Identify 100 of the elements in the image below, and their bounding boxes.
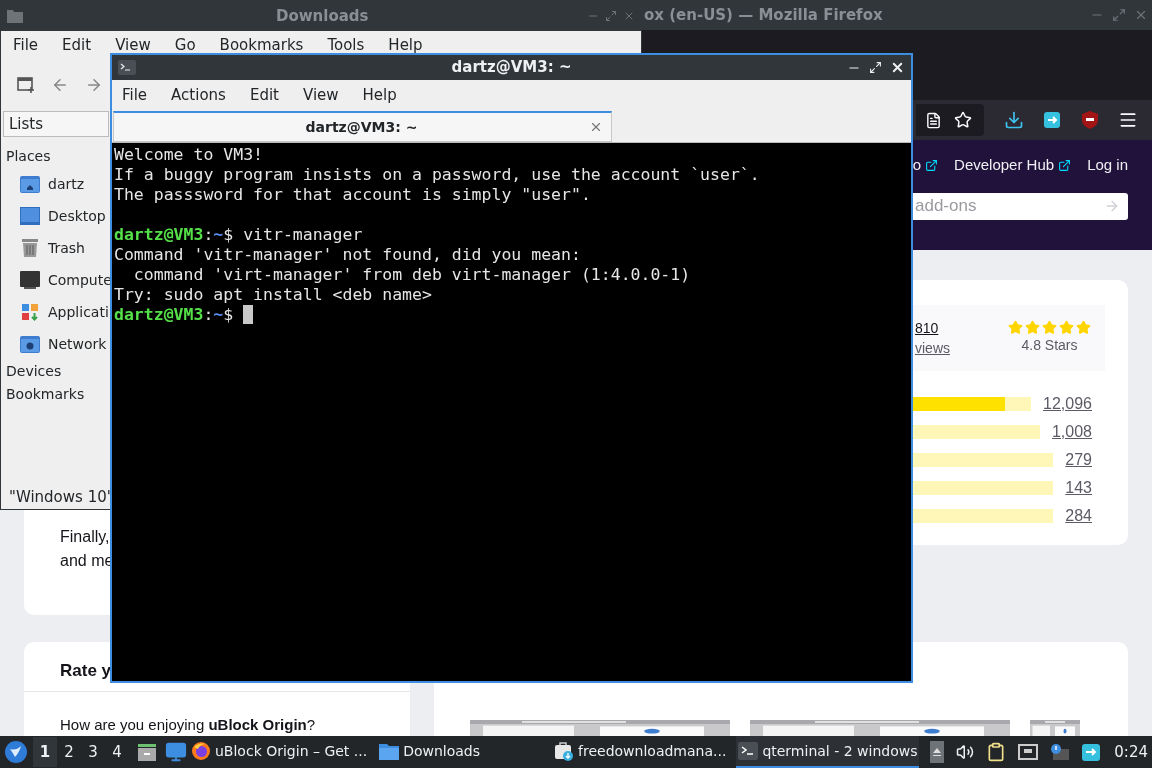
star-icon: [1008, 320, 1023, 335]
computer-icon: [20, 271, 40, 289]
rating-count-link[interactable]: 1,008: [1051, 420, 1092, 444]
trash-icon: [20, 239, 40, 257]
reviews-link[interactable]: views: [915, 338, 950, 358]
star-icon: [1059, 320, 1074, 335]
rating-count-link[interactable]: 279: [1065, 448, 1092, 472]
terminal-text: dartz@VM3: [114, 225, 204, 245]
sidebar-item[interactable]: Trash: [6, 232, 111, 264]
volume-icon[interactable]: [956, 743, 975, 761]
sidebar-item[interactable]: Compute: [6, 264, 111, 296]
desktop-icon: [20, 207, 40, 225]
terminal-text: dartz@VM3: [114, 305, 204, 325]
terminal-text: The passsword for that account is simply "user".: [114, 185, 591, 205]
desktop-switcher[interactable]: 2: [57, 737, 81, 767]
notification-icon[interactable]: [1050, 743, 1071, 761]
menu-item[interactable]: Edit: [62, 33, 92, 57]
menu-item[interactable]: View: [115, 33, 151, 57]
folder-icon: [7, 9, 23, 23]
menu-item[interactable]: Go: [174, 33, 196, 57]
show-desktop-icon[interactable]: [165, 741, 187, 763]
menu-item[interactable]: File: [13, 33, 39, 57]
terminal-text: Command 'vitr-manager' not found, did you mean:: [114, 245, 581, 265]
sidebar-section[interactable]: Devices: [6, 360, 111, 383]
clipboard-icon[interactable]: [986, 742, 1007, 762]
back-icon[interactable]: [51, 76, 69, 94]
terminal-tab[interactable]: dartz@VM3: ~: [113, 111, 612, 142]
home-folder-icon: [20, 175, 40, 193]
header-link[interactable]: Developer Hub: [954, 154, 1072, 177]
rating-count-link[interactable]: 284: [1065, 504, 1092, 528]
new-tab-icon[interactable]: [17, 76, 35, 94]
menu-item[interactable]: Help: [388, 33, 423, 57]
menu-item[interactable]: Tools: [327, 33, 365, 57]
external-link-icon: [1058, 158, 1072, 172]
clock[interactable]: 0:24: [1114, 740, 1148, 764]
review-count-link[interactable]: 810: [915, 318, 939, 338]
terminal-text: If a buggy program insists on a password, use the account `user`.: [114, 165, 760, 185]
window-title: Downloads: [276, 5, 369, 27]
rate-question: How are you enjoying uBlock Origin?: [59, 714, 317, 735]
menu-item[interactable]: View: [302, 83, 339, 107]
terminal-text: Welcome to VM3!: [114, 145, 263, 165]
start-menu-icon[interactable]: [5, 741, 27, 763]
network-folder-icon: [20, 335, 40, 353]
terminal-text: ~: [213, 305, 224, 325]
taskbar-task[interactable]: freedownloadmana...: [552, 736, 729, 768]
extension-icon[interactable]: [1044, 111, 1062, 129]
search-field[interactable]: add-ons: [913, 192, 1128, 220]
bookmark-star-icon[interactable]: [954, 111, 972, 129]
sidebar-section[interactable]: Bookmarks: [6, 383, 111, 406]
sidebar-item[interactable]: Network: [6, 328, 111, 360]
rating-count-link[interactable]: 12,096: [1043, 392, 1092, 416]
shield-icon[interactable]: [1082, 111, 1098, 129]
rating-count-link[interactable]: 143: [1065, 476, 1092, 500]
close-icon[interactable]: [890, 60, 905, 75]
terminal-text: command 'virt-manager' from deb virt-manager (1:4.0.0-1): [132, 265, 691, 285]
desktop-switcher[interactable]: 4: [105, 737, 129, 767]
download-icon[interactable]: [1004, 110, 1024, 130]
desktop-switcher[interactable]: 3: [81, 737, 105, 767]
terminal-icon: [738, 742, 759, 760]
reader-view-icon[interactable]: [925, 111, 942, 129]
network-icon[interactable]: [1018, 743, 1039, 761]
terminal-text: :: [203, 225, 214, 245]
terminal-text: Try: sudo apt install <deb name>: [114, 285, 432, 305]
download-bag-icon: [554, 741, 575, 761]
menu-icon[interactable]: [1118, 110, 1138, 130]
menu-item[interactable]: File: [122, 83, 148, 107]
desktop-switcher[interactable]: 1: [33, 737, 57, 767]
menu-item[interactable]: Help: [362, 83, 397, 107]
close-tab-icon[interactable]: [589, 120, 603, 134]
menu-item[interactable]: Bookmarks: [219, 33, 304, 57]
terminal-text: :: [203, 305, 214, 325]
eject-icon[interactable]: [930, 741, 945, 763]
stars-label: 4.8 Stars: [1021, 336, 1078, 355]
address-bar[interactable]: [916, 104, 984, 136]
sidebar-item[interactable]: Applicati: [6, 296, 111, 328]
forward-icon[interactable]: [85, 76, 103, 94]
tab-title: dartz@VM3: ~: [304, 117, 419, 137]
menu-item[interactable]: Actions: [171, 83, 226, 107]
browser-icon: [191, 741, 211, 761]
applications-icon: [20, 303, 40, 321]
menu-item[interactable]: Edit: [249, 83, 279, 107]
taskbar-task[interactable]: qterminal - 2 windows: [736, 736, 920, 768]
header-link[interactable]: o: [912, 154, 939, 177]
terminal-text: ~: [213, 225, 224, 245]
window-title: ox (en-US) — Mozilla Firefox: [644, 4, 883, 26]
star-icon: [1042, 320, 1057, 335]
star-icon: [1076, 320, 1091, 335]
terminal-text: $: [223, 305, 235, 325]
file-cabinet-icon[interactable]: [137, 742, 157, 762]
download-manager-icon[interactable]: [1082, 742, 1103, 762]
taskbar-task[interactable]: uBlock Origin – Get ...: [189, 736, 370, 768]
maximize-icon[interactable]: [869, 61, 882, 74]
sidebar-item[interactable]: Desktop: [6, 200, 111, 232]
folder-icon: [379, 742, 400, 760]
sidebar-section[interactable]: Places: [6, 145, 111, 168]
sidebar-view-dropdown[interactable]: Lists: [3, 111, 109, 137]
taskbar-task[interactable]: Downloads: [377, 736, 483, 768]
header-link[interactable]: Log in: [1087, 154, 1128, 177]
terminal-icon: [118, 60, 136, 75]
sidebar-item[interactable]: dartz: [6, 168, 111, 200]
